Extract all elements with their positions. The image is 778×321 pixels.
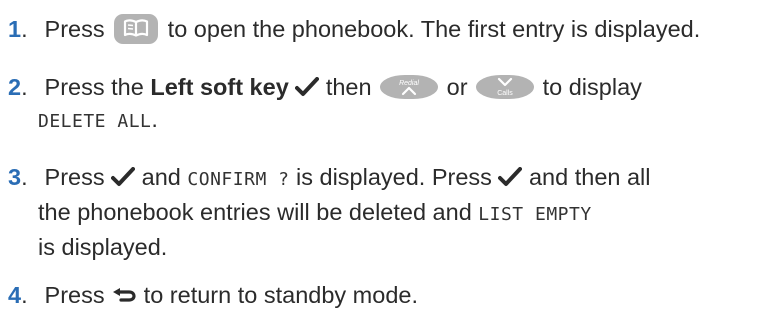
step-2: 2. Press the Left soft key then Redial o… bbox=[8, 71, 774, 138]
step-text: and bbox=[141, 164, 181, 190]
lcd-text: LIST EMPTY bbox=[478, 204, 592, 225]
phonebook-button-icon bbox=[114, 13, 159, 44]
step-3: 3. Press and CONFIRM ? is displayed. Pre… bbox=[8, 161, 774, 263]
punctuation: . bbox=[151, 106, 158, 132]
step-4: 4. Press to return to standby mode. bbox=[8, 279, 774, 313]
back-arrow-icon bbox=[111, 279, 137, 311]
calls-down-button-icon: Calls bbox=[476, 74, 535, 99]
instruction-page: 1. Press to open the phonebook. The firs… bbox=[0, 0, 778, 321]
step-text: then bbox=[325, 74, 372, 100]
step-text: is displayed. Press bbox=[296, 164, 492, 190]
step-continuation: the phonebook entries will be deleted an… bbox=[8, 196, 774, 231]
step-number: 4. bbox=[8, 282, 28, 308]
step-text: to return to standby mode. bbox=[143, 282, 418, 308]
redial-up-button-icon: Redial bbox=[380, 74, 439, 99]
step-text: Press the bbox=[44, 74, 144, 100]
step-text: Press bbox=[44, 282, 105, 308]
step-text: is displayed. bbox=[38, 234, 168, 260]
step-1: 1. Press to open the phonebook. The firs… bbox=[8, 13, 774, 46]
tick-icon bbox=[111, 166, 136, 187]
svg-text:Redial: Redial bbox=[399, 80, 419, 87]
step-number: 2. bbox=[8, 74, 28, 100]
step-number: 3. bbox=[8, 164, 28, 190]
step-text: and then all bbox=[528, 164, 651, 190]
step-text: to open the phonebook. The first entry i… bbox=[167, 16, 701, 42]
step-text: Press bbox=[44, 16, 105, 42]
svg-text:Calls: Calls bbox=[497, 90, 513, 97]
step-continuation: is displayed. bbox=[8, 231, 774, 263]
step-text: the phonebook entries will be deleted an… bbox=[38, 199, 472, 225]
tick-icon bbox=[295, 76, 320, 97]
tick-icon bbox=[498, 166, 523, 187]
left-soft-key-label: Left soft key bbox=[150, 74, 289, 100]
step-continuation: DELETE ALL. bbox=[8, 103, 774, 138]
step-text: Press bbox=[44, 164, 105, 190]
lcd-text: CONFIRM ? bbox=[187, 169, 290, 190]
lcd-text: DELETE ALL bbox=[38, 111, 152, 132]
step-text: to display bbox=[542, 74, 642, 100]
step-text: or bbox=[446, 74, 468, 100]
step-number: 1. bbox=[8, 16, 28, 42]
